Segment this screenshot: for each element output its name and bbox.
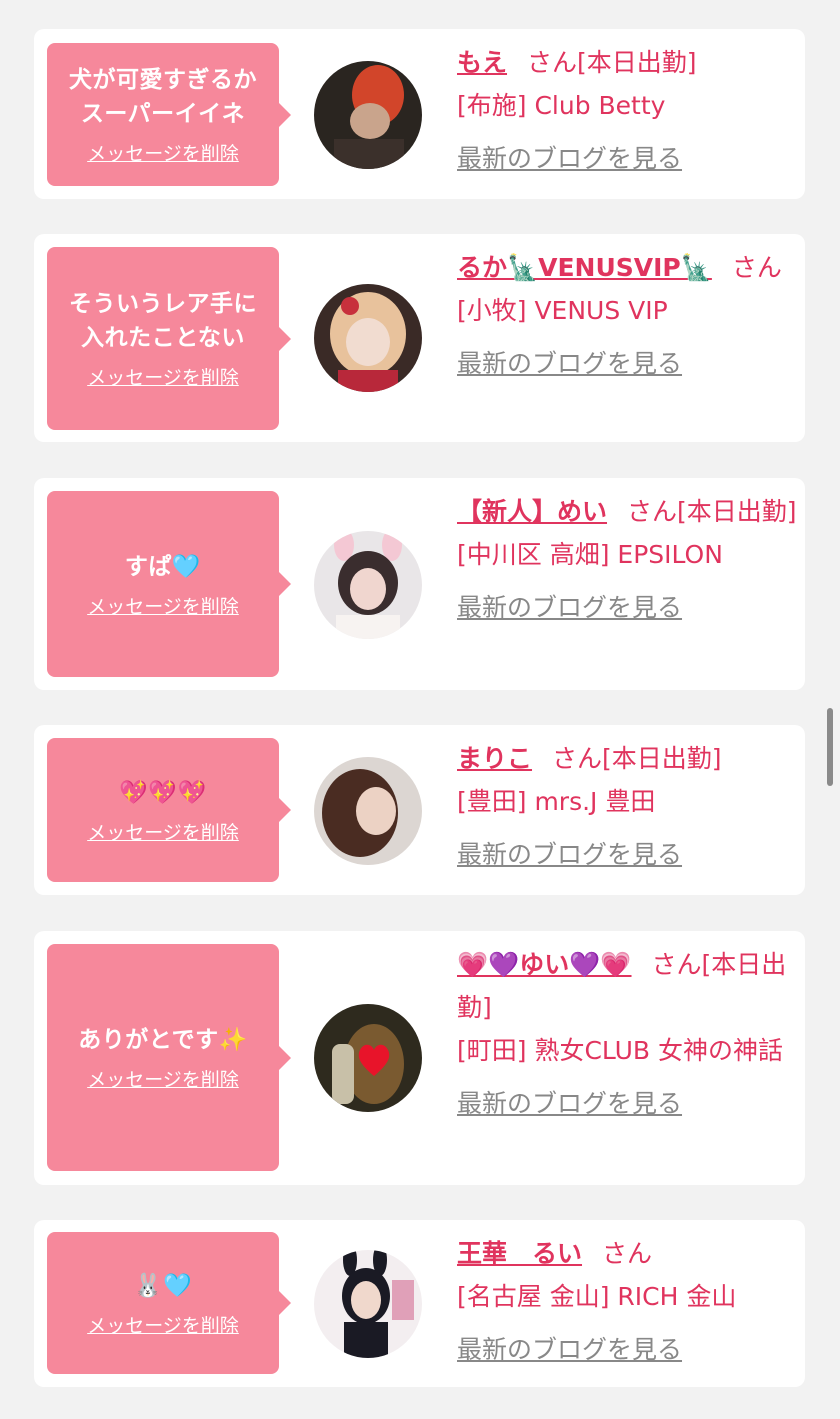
cast-info: るか🗽VENUSVIP🗽 さん [小牧] VENUS VIP 最新のブログを見る (457, 246, 797, 385)
message-text: そういうレア手に入れたことない (69, 291, 257, 351)
delete-message-link[interactable]: メッセージを削除 (87, 139, 239, 166)
shop-label: [名古屋 金山] RICH 金山 (457, 1282, 737, 1311)
message-text: 💖💖💖 (119, 779, 207, 806)
avatar-blonde-kimono-photo[interactable] (314, 284, 422, 392)
latest-blog-link[interactable]: 最新のブログを見る (457, 137, 797, 180)
shop-label: [中川区 高畑] EPSILON (457, 540, 723, 569)
shop-label: [布施] Club Betty (457, 91, 666, 120)
message-card: ありがとです✨ メッセージを削除 💗💜ゆい💜💗 さん[本日出勤] [町田] 熟女C… (34, 931, 805, 1185)
cast-name-link[interactable]: 王華 るい (457, 1239, 582, 1268)
san-label: さん (552, 744, 603, 773)
scrollbar-thumb[interactable] (827, 708, 833, 786)
cast-info: 💗💜ゆい💜💗 さん[本日出勤] [町田] 熟女CLUB 女神の神話 最新のブログを… (457, 943, 797, 1125)
delete-message-link[interactable]: メッセージを削除 (87, 818, 239, 845)
message-card: 犬が可愛すぎるかスーパーイイネ メッセージを削除 もえ さん[本日出勤] [布施]… (34, 29, 805, 199)
cast-name-line: るか🗽VENUSVIP🗽 さん (457, 246, 797, 289)
shop-label: [小牧] VENUS VIP (457, 296, 668, 325)
attendance-status: [本日出勤] (577, 48, 697, 77)
delete-message-link[interactable]: メッセージを削除 (87, 1311, 239, 1338)
cast-name-link[interactable]: 💗💜ゆい💜💗 (457, 950, 632, 979)
cast-name-link[interactable]: もえ (457, 48, 507, 77)
cast-name-line: 王華 るい さん (457, 1232, 797, 1275)
message-bubble: 💖💖💖 メッセージを削除 (47, 738, 291, 882)
avatar-bunny-suit-photo[interactable] (314, 1250, 422, 1358)
cast-info: まりこ さん[本日出勤] [豊田] mrs.J 豊田 最新のブログを見る (457, 737, 797, 876)
san-label: さん (731, 253, 782, 282)
latest-blog-link[interactable]: 最新のブログを見る (457, 342, 797, 385)
attendance-status: [本日出勤] (602, 744, 722, 773)
message-card: すぱ🩵 メッセージを削除 【新人】めい さん[本日出勤] [中川区 高畑] EPS… (34, 478, 805, 690)
message-bubble: そういうレア手に入れたことない メッセージを削除 (47, 247, 291, 430)
cast-name-link[interactable]: 【新人】めい (457, 497, 607, 526)
san-label: さん (651, 950, 702, 979)
san-label: さん (602, 1239, 653, 1268)
latest-blog-link[interactable]: 最新のブログを見る (457, 1082, 797, 1125)
message-card: そういうレア手に入れたことない メッセージを削除 るか🗽VENUSVIP🗽 さん … (34, 234, 805, 442)
cast-name-link[interactable]: まりこ (457, 744, 532, 773)
cast-name-line: 【新人】めい さん[本日出勤] (457, 490, 797, 533)
cast-info: もえ さん[本日出勤] [布施] Club Betty 最新のブログを見る (457, 41, 797, 180)
delete-message-link[interactable]: メッセージを削除 (87, 1065, 239, 1092)
message-text: ありがとです✨ (78, 1027, 248, 1053)
avatar-bunny-ears-photo[interactable] (314, 531, 422, 639)
avatar-heart-covered-photo[interactable] (314, 1004, 422, 1112)
shop-label: [町田] 熟女CLUB 女神の神話 (457, 1036, 783, 1065)
message-bubble: ありがとです✨ メッセージを削除 (47, 944, 291, 1171)
cast-name-line: もえ さん[本日出勤] (457, 41, 797, 84)
message-bubble: すぱ🩵 メッセージを削除 (47, 491, 291, 677)
avatar-dark-hair-photo[interactable] (314, 757, 422, 865)
cast-name-link[interactable]: るか🗽VENUSVIP🗽 (457, 253, 712, 282)
latest-blog-link[interactable]: 最新のブログを見る (457, 586, 797, 629)
san-label: さん (527, 48, 578, 77)
cast-info: 【新人】めい さん[本日出勤] [中川区 高畑] EPSILON 最新のブログを見… (457, 490, 797, 629)
cast-info: 王華 るい さん [名古屋 金山] RICH 金山 最新のブログを見る (457, 1232, 797, 1371)
cast-name-line: 💗💜ゆい💜💗 さん[本日出勤] (457, 943, 797, 1029)
message-card: 💖💖💖 メッセージを削除 まりこ さん[本日出勤] [豊田] mrs.J 豊田 最… (34, 725, 805, 895)
shop-label: [豊田] mrs.J 豊田 (457, 787, 656, 816)
cast-name-line: まりこ さん[本日出勤] (457, 737, 797, 780)
latest-blog-link[interactable]: 最新のブログを見る (457, 833, 797, 876)
message-text: 🐰🩵 (133, 1272, 193, 1299)
latest-blog-link[interactable]: 最新のブログを見る (457, 1328, 797, 1371)
attendance-status: [本日出勤] (677, 497, 797, 526)
message-list: 犬が可愛すぎるかスーパーイイネ メッセージを削除 もえ さん[本日出勤] [布施]… (0, 0, 840, 1419)
message-text: すぱ🩵 (124, 553, 202, 580)
message-bubble: 🐰🩵 メッセージを削除 (47, 1232, 291, 1374)
delete-message-link[interactable]: メッセージを削除 (87, 363, 239, 390)
message-bubble: 犬が可愛すぎるかスーパーイイネ メッセージを削除 (47, 43, 291, 186)
san-label: さん (627, 497, 678, 526)
delete-message-link[interactable]: メッセージを削除 (87, 592, 239, 619)
message-text: 犬が可愛すぎるかスーパーイイネ (69, 67, 257, 127)
avatar-red-hair-photo[interactable] (314, 61, 422, 169)
message-card: 🐰🩵 メッセージを削除 王華 るい さん [名古屋 金山] RICH 金山 最新の… (34, 1220, 805, 1387)
